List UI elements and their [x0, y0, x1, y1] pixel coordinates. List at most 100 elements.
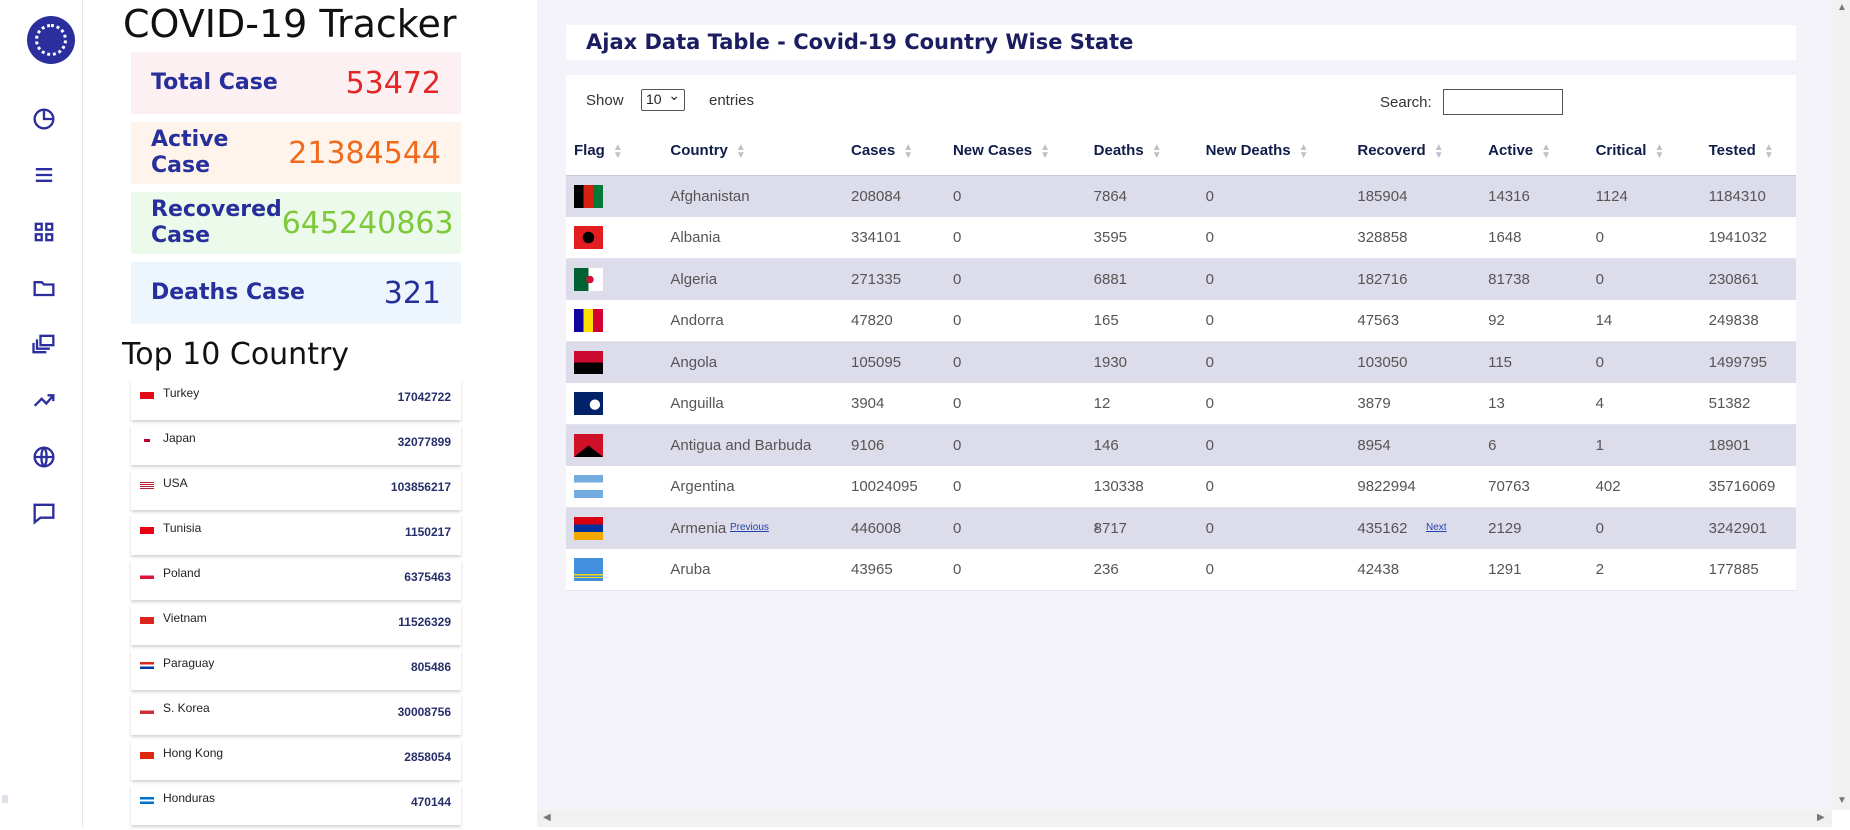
value-cell: 0	[1197, 507, 1350, 549]
value-cell: 328858	[1349, 217, 1481, 259]
scroll-right-icon[interactable]: ▶	[1817, 812, 1825, 823]
country-cell: Antigua and Barbuda	[662, 424, 843, 466]
trending-up-icon[interactable]	[30, 386, 58, 414]
table-row: Angola 105095 0 1930 0 103050 115 0 1499795	[566, 341, 1796, 383]
top-country-item[interactable]: Hong Kong 2858054	[131, 740, 461, 780]
value-cell: 3595	[1085, 217, 1198, 259]
top-country-list: Turkey 17042722 Japan 32077899 USA 103856217 T…	[131, 380, 461, 830]
value-cell: 1930	[1085, 341, 1198, 383]
corner-mark	[2, 795, 8, 803]
next-link[interactable]: Next	[1426, 522, 1447, 533]
stat-label: Recovered Case	[151, 197, 282, 248]
sort-icon[interactable]: ▲ ▼	[1040, 142, 1050, 160]
column-header[interactable]: Flag ▲ ▼	[566, 127, 663, 176]
sort-icon[interactable]: ▲ ▼	[1654, 142, 1664, 160]
country-name: Japan	[163, 431, 196, 445]
country-flag-icon	[140, 437, 154, 444]
scroll-down-icon[interactable]: ▼	[1837, 795, 1847, 806]
layers-icon[interactable]	[30, 330, 58, 358]
vertical-scrollbar[interactable]: ▲ ▼	[1832, 0, 1850, 810]
stat-total-case: Total Case 53472	[131, 52, 461, 114]
country-flag-icon	[140, 482, 154, 489]
scroll-left-icon[interactable]: ◀	[543, 812, 551, 823]
top-country-item[interactable]: Japan 32077899	[131, 425, 461, 465]
country-flag-icon	[574, 558, 603, 581]
sort-icon[interactable]: ▲ ▼	[1541, 142, 1551, 160]
top-country-item[interactable]: Turkey 17042722	[131, 380, 461, 420]
country-cell: Afghanistan	[662, 175, 843, 217]
column-header[interactable]: Country ▲ ▼	[662, 127, 843, 176]
value-cell: 2129	[1480, 507, 1588, 549]
stat-active-case: Active Case 21384544	[131, 122, 461, 184]
value-cell: 70763	[1480, 466, 1588, 508]
column-header[interactable]: Critical ▲ ▼	[1587, 127, 1701, 176]
country-total: 1150217	[404, 525, 451, 539]
grid-icon[interactable]	[30, 218, 58, 246]
icon-rail	[0, 0, 84, 827]
entries-select[interactable]: 10	[641, 87, 685, 111]
scroll-up-icon[interactable]: ▲	[1837, 2, 1847, 13]
value-cell: 0	[1197, 300, 1350, 342]
sort-icon[interactable]: ▲ ▼	[1434, 142, 1444, 160]
folder-icon[interactable]	[30, 274, 58, 302]
value-cell: 0	[1197, 258, 1350, 300]
top-country-item[interactable]: Honduras 470144	[131, 785, 461, 825]
column-header[interactable]: Deaths ▲ ▼	[1085, 127, 1198, 176]
stat-label: Active Case	[151, 127, 229, 178]
flag-cell	[566, 424, 663, 466]
stat-value: 21384544	[288, 135, 441, 171]
value-cell: 8954	[1349, 424, 1481, 466]
country-name: Hong Kong	[163, 746, 224, 760]
top-country-item[interactable]: USA 103856217	[131, 470, 461, 510]
value-cell: 14	[1587, 300, 1701, 342]
previous-label: Previous	[730, 522, 769, 533]
globe-icon[interactable]	[30, 443, 58, 471]
menu-icon[interactable]	[30, 161, 58, 189]
sort-icon[interactable]: ▲ ▼	[1152, 142, 1162, 160]
value-cell: 2	[1587, 549, 1701, 591]
chat-icon[interactable]	[30, 499, 58, 527]
sort-icon[interactable]: ▲ ▼	[613, 142, 623, 160]
top-country-item[interactable]: Paraguay 805486	[131, 650, 461, 690]
column-header[interactable]: Recoverd ▲ ▼	[1349, 127, 1481, 176]
country-flag-icon	[140, 392, 154, 399]
country-flag-icon	[140, 752, 154, 759]
country-flag-icon	[574, 392, 603, 415]
horizontal-scrollbar[interactable]: ◀ ▶	[537, 810, 1832, 827]
value-cell: 0	[944, 341, 1086, 383]
search-input[interactable]	[1443, 89, 1563, 115]
country-cell: Angola	[662, 341, 843, 383]
page-number[interactable]: 1	[1094, 522, 1100, 533]
value-cell: 18901	[1700, 424, 1796, 466]
top-country-item[interactable]: S. Korea 30008756	[131, 695, 461, 735]
pie-chart-icon[interactable]	[30, 105, 58, 133]
previous-link[interactable]: Previous	[730, 522, 769, 533]
value-cell: 0	[944, 258, 1086, 300]
column-header[interactable]: Tested ▲ ▼	[1700, 127, 1796, 176]
value-cell: 1291	[1480, 549, 1588, 591]
column-header[interactable]: Cases ▲ ▼	[843, 127, 945, 176]
sort-icon[interactable]: ▲ ▼	[1764, 142, 1774, 160]
stat-value: 321	[383, 275, 441, 311]
sort-icon[interactable]: ▲ ▼	[1299, 142, 1309, 160]
country-name: Poland	[163, 566, 201, 580]
top-country-item[interactable]: Poland 6375463	[131, 560, 461, 600]
summary-panel: COVID-19 Tracker Total Case 53472 Active…	[83, 0, 537, 827]
top-country-item[interactable]: Tunisia 1150217	[131, 515, 461, 555]
value-cell: 0	[1197, 175, 1350, 217]
value-cell: 9106	[843, 424, 945, 466]
top-country-item[interactable]: Vietnam 11526329	[131, 605, 461, 645]
country-total: 470144	[410, 795, 451, 809]
value-cell: 14316	[1480, 175, 1588, 217]
value-cell: 446008	[843, 507, 945, 549]
sort-icon[interactable]: ▲ ▼	[736, 142, 746, 160]
value-cell: 0	[1587, 217, 1701, 259]
column-header[interactable]: New Deaths ▲ ▼	[1197, 127, 1350, 176]
virus-logo-icon[interactable]	[27, 16, 75, 64]
value-cell: 105095	[843, 341, 945, 383]
sort-icon[interactable]: ▲ ▼	[903, 142, 913, 160]
column-header[interactable]: Active ▲ ▼	[1480, 127, 1588, 176]
column-header[interactable]: New Cases ▲ ▼	[944, 127, 1086, 176]
table-row: Argentina 10024095 0 130338 0 9822994 70763 402…	[566, 466, 1796, 508]
value-cell: 0	[1197, 466, 1350, 508]
